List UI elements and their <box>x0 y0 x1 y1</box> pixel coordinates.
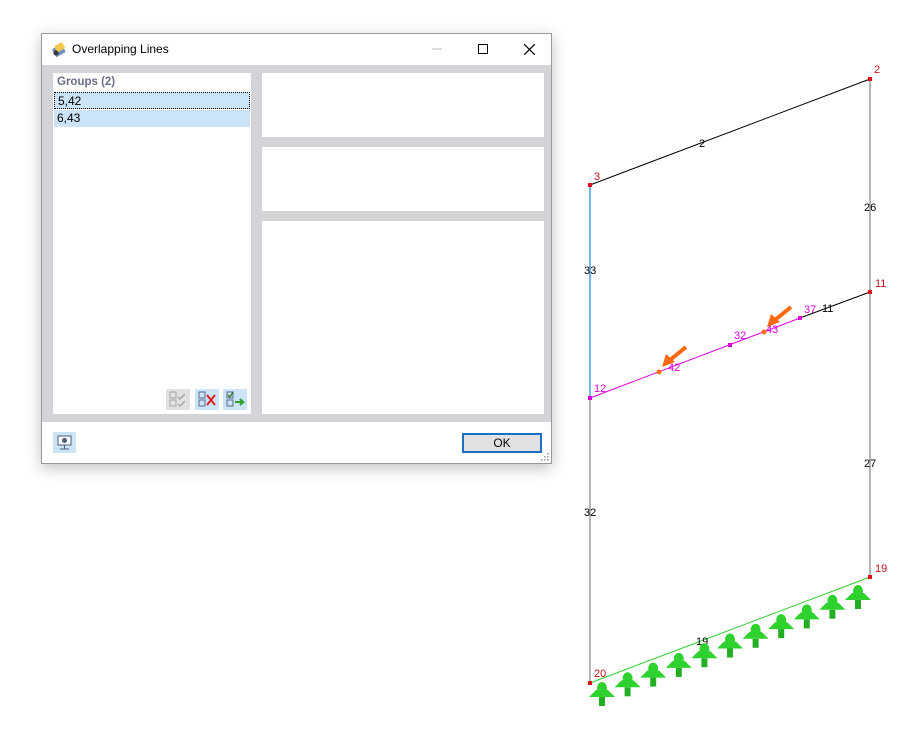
info-panel-top <box>262 73 544 137</box>
dialog-title: Overlapping Lines <box>72 42 169 56</box>
resize-grip-icon[interactable] <box>541 453 549 461</box>
line-label-2: 2 <box>699 138 705 150</box>
support-icon <box>717 633 743 658</box>
minimize-button[interactable] <box>414 34 460 64</box>
support-icon <box>640 662 667 687</box>
node-label-20: 20 <box>594 668 606 680</box>
line-label-32-magenta: 32 <box>734 330 746 342</box>
magenta-node-marker <box>728 343 732 347</box>
line-label-27: 27 <box>864 458 876 470</box>
view-model-icon <box>57 435 72 450</box>
magenta-node-marker <box>588 396 592 400</box>
close-button[interactable] <box>506 34 552 64</box>
view-model-button[interactable] <box>53 432 76 453</box>
node-label-3: 3 <box>594 171 600 183</box>
line-label-26: 26 <box>864 202 876 214</box>
line-label-32: 32 <box>584 507 596 519</box>
ok-button[interactable]: OK <box>462 433 542 453</box>
title-bar[interactable]: Overlapping Lines <box>42 34 551 65</box>
overlap-point-marker <box>656 369 662 375</box>
overlapping-lines-dialog: Overlapping Lines Groups (2) 5,42 6,43 O… <box>41 33 552 464</box>
groups-panel: Groups (2) 5,42 6,43 <box>53 73 251 414</box>
node-label-2: 2 <box>874 64 880 76</box>
support-icon <box>614 672 641 697</box>
line-label-37: 37 <box>804 304 816 316</box>
groups-header: Groups (2) <box>57 76 116 88</box>
line-19[interactable] <box>589 576 871 684</box>
line-label-42: 42 <box>668 362 680 374</box>
support-icon <box>589 682 615 706</box>
group-row[interactable]: 6,43 <box>54 110 250 127</box>
line-label-43: 43 <box>766 324 778 336</box>
node-3[interactable] <box>588 183 592 187</box>
node-20[interactable] <box>588 681 592 685</box>
apply-selection-button[interactable] <box>223 389 247 410</box>
magenta-node-marker <box>798 316 802 320</box>
line-label-33: 33 <box>584 265 596 277</box>
check-all-button[interactable] <box>166 389 190 410</box>
uncheck-all-button[interactable] <box>195 389 219 410</box>
line-2[interactable] <box>589 78 871 186</box>
dialog-client-area: Groups (2) 5,42 6,43 <box>42 65 551 422</box>
node-19[interactable] <box>868 575 872 579</box>
support-icon <box>793 604 820 629</box>
maximize-button[interactable] <box>460 34 506 64</box>
check-all-icon <box>169 391 186 408</box>
group-row[interactable]: 5,42 <box>54 92 250 109</box>
info-panel-middle <box>262 147 544 211</box>
support-icon <box>742 623 769 648</box>
node-label-19: 19 <box>875 563 887 575</box>
support-icon <box>819 594 846 619</box>
node-11[interactable] <box>868 290 872 294</box>
node-2[interactable] <box>868 77 872 81</box>
node-label-12: 12 <box>594 383 606 395</box>
maximize-icon <box>478 44 488 54</box>
node-label-11: 11 <box>875 278 886 290</box>
support-icon <box>768 614 795 639</box>
support-icon <box>845 585 871 609</box>
support-icon <box>665 652 692 677</box>
info-panel-bottom <box>262 221 544 414</box>
close-icon <box>523 43 535 55</box>
app-icon <box>52 42 66 57</box>
minimize-icon <box>432 48 442 50</box>
line-label-11: 11 <box>822 303 833 315</box>
line-support-icons <box>589 585 871 706</box>
apply-selection-icon <box>226 391 246 407</box>
dialog-footer: OK <box>42 422 551 463</box>
uncheck-all-icon <box>198 391 216 407</box>
